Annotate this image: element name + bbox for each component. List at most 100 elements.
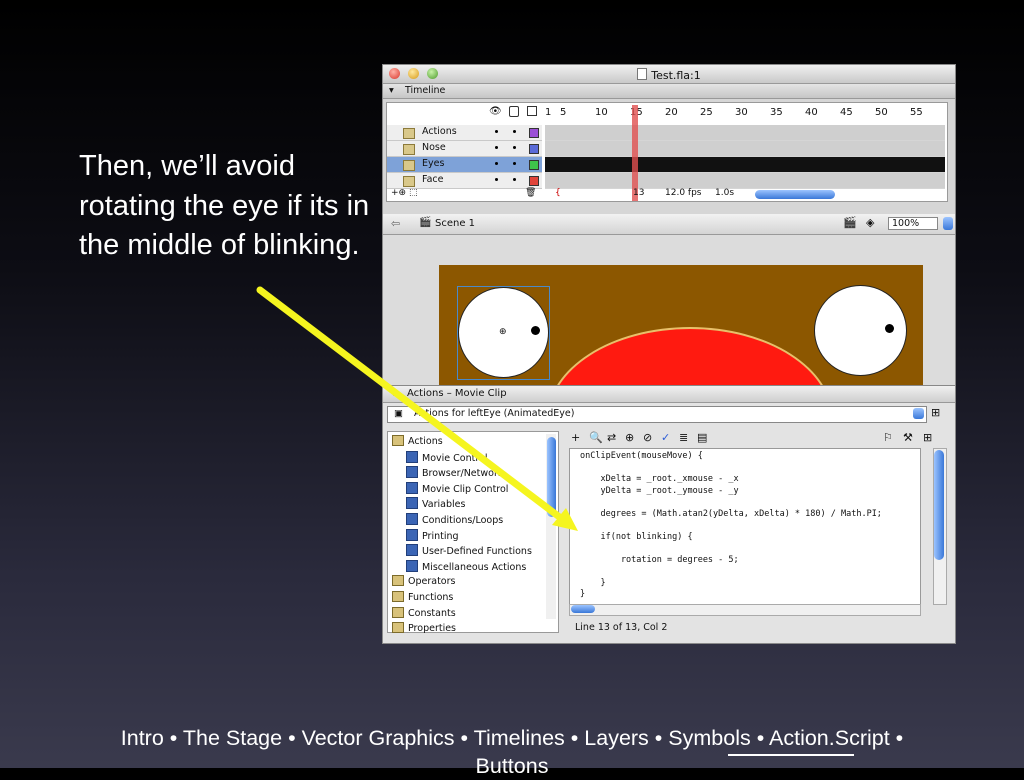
eye-visibility-icon[interactable]: 👁 bbox=[489, 106, 502, 117]
auto-format-icon[interactable]: ≣ bbox=[679, 431, 688, 444]
frame-number: 45 bbox=[840, 107, 853, 118]
action-icon bbox=[406, 466, 418, 479]
frame-ruler[interactable]: 1510152025303540455055 bbox=[545, 107, 945, 121]
zoom-field[interactable]: 100% bbox=[888, 217, 938, 230]
frame-number: 20 bbox=[665, 107, 678, 118]
chevron-down-icon[interactable] bbox=[913, 408, 924, 419]
script-scrollbar-thumb[interactable] bbox=[934, 450, 944, 560]
scene-label[interactable]: Scene 1 bbox=[435, 218, 475, 229]
toolbox-label: Movie Control bbox=[422, 452, 488, 464]
frame-number: 35 bbox=[770, 107, 783, 118]
lock-dot-icon[interactable] bbox=[513, 178, 516, 181]
reference-icon[interactable]: ⚐ bbox=[883, 431, 893, 444]
toolbox-item[interactable]: Printing bbox=[406, 528, 459, 543]
code-hint-icon[interactable]: ▤ bbox=[697, 431, 707, 444]
lock-icon[interactable] bbox=[509, 106, 519, 117]
toolbox-category[interactable]: Functions bbox=[392, 591, 453, 605]
visibility-dot-icon[interactable] bbox=[495, 146, 498, 149]
layer-row[interactable]: Actions bbox=[387, 125, 542, 141]
zoom-dropdown-button[interactable] bbox=[943, 217, 953, 230]
toolbox-item[interactable]: Browser/Network bbox=[406, 466, 503, 480]
layer-color-swatch[interactable] bbox=[529, 128, 539, 138]
frame-row[interactable] bbox=[545, 157, 945, 173]
frame-number: 50 bbox=[875, 107, 888, 118]
lock-dot-icon[interactable] bbox=[513, 162, 516, 165]
script-horizontal-scrollbar-thumb[interactable] bbox=[571, 605, 595, 613]
find-icon[interactable]: 🔍 bbox=[589, 431, 603, 444]
toolbox-item[interactable]: Miscellaneous Actions bbox=[406, 559, 526, 574]
frame-row[interactable] bbox=[545, 125, 945, 141]
visibility-dot-icon[interactable] bbox=[495, 130, 498, 133]
toolbox-category[interactable]: Properties bbox=[392, 622, 456, 636]
toolbox-scrollbar-thumb[interactable] bbox=[547, 437, 556, 517]
action-icon bbox=[406, 450, 418, 463]
toolbox-category[interactable]: Constants bbox=[392, 606, 456, 621]
toolbox-item[interactable]: User-Defined Functions bbox=[406, 544, 532, 558]
elapsed-time: 1.0s bbox=[715, 188, 735, 198]
timeline-panel-header[interactable]: ▾ Timeline bbox=[383, 84, 955, 99]
action-icon bbox=[406, 528, 418, 541]
toolbox-label: Functions bbox=[408, 592, 454, 603]
document-icon bbox=[637, 68, 648, 80]
layer-color-swatch[interactable] bbox=[529, 176, 539, 186]
code-line: } bbox=[580, 577, 606, 588]
frame-number: 5 bbox=[560, 107, 567, 118]
lock-dot-icon[interactable] bbox=[513, 130, 516, 133]
right-pupil bbox=[885, 324, 894, 333]
pin-script-icon[interactable]: ⊞ bbox=[931, 406, 940, 419]
visibility-dot-icon[interactable] bbox=[495, 162, 498, 165]
flash-window: Test.fla:1 ▾ Timeline 👁 1510152025303540… bbox=[382, 64, 956, 644]
toolbox-label: Conditions/Loops bbox=[422, 515, 504, 526]
outline-icon[interactable] bbox=[527, 106, 537, 116]
code-line: if(not blinking) { bbox=[580, 531, 693, 542]
window-title: Test.fla:1 bbox=[383, 68, 955, 82]
timeline-panel-label: Timeline bbox=[405, 85, 446, 96]
disclosure-triangle-icon[interactable]: ▾ bbox=[389, 85, 394, 96]
frame-grid[interactable] bbox=[545, 125, 945, 189]
add-layer-icon[interactable]: +⊕ ⬚ bbox=[391, 188, 417, 198]
toolbox-category[interactable]: Actions bbox=[392, 435, 443, 449]
code-line: xDelta = _root._xmouse - _x bbox=[580, 474, 739, 484]
toolbox-item[interactable]: Conditions/Loops bbox=[406, 513, 503, 527]
actions-toolbox: Actions Movie Control Browser/Network Movie… bbox=[387, 431, 559, 636]
target-path-icon[interactable]: ⊕ bbox=[625, 431, 634, 444]
frame-number: 10 bbox=[595, 107, 608, 118]
frame-row[interactable] bbox=[545, 141, 945, 157]
script-horizontal-scrollbar[interactable] bbox=[569, 604, 921, 616]
frame-number: 40 bbox=[805, 107, 818, 118]
edit-scene-icon[interactable]: 🎬 bbox=[843, 216, 857, 229]
layer-color-swatch[interactable] bbox=[529, 144, 539, 154]
actions-panel-header[interactable]: ▾ Actions – Movie Clip bbox=[383, 386, 955, 403]
lock-dot-icon[interactable] bbox=[513, 146, 516, 149]
zoom-value: 100% bbox=[892, 218, 920, 229]
disclosure-triangle-icon[interactable]: ▾ bbox=[391, 388, 396, 399]
script-toolbar: + 🔍 ⇄ ⊕ ⊘ ✓ ≣ ▤ ⚐ ⚒ ⊞ bbox=[569, 431, 949, 447]
add-action-icon[interactable]: + bbox=[571, 431, 580, 444]
view-options-icon[interactable]: ⊞ bbox=[923, 431, 932, 444]
back-arrow-icon[interactable]: ⇦ bbox=[391, 217, 400, 230]
right-eye[interactable] bbox=[814, 285, 907, 376]
debug-options-icon[interactable]: ⚒ bbox=[903, 431, 913, 444]
toolbox-item[interactable]: Movie Control bbox=[406, 450, 488, 465]
trash-icon[interactable]: 🗑 bbox=[525, 188, 536, 198]
script-editor[interactable]: onClipEvent(mouseMove) { xDelta = _root.… bbox=[569, 448, 921, 605]
check-syntax-icon[interactable]: ✓ bbox=[661, 431, 670, 444]
toolbox-category[interactable]: Operators bbox=[392, 575, 455, 589]
frame-number: 1 bbox=[545, 107, 552, 118]
visibility-dot-icon[interactable] bbox=[495, 178, 498, 181]
edit-symbol-icon[interactable]: ◈ bbox=[866, 216, 874, 229]
actions-target-select[interactable]: ▣ Actions for leftEye (AnimatedEye) bbox=[387, 406, 927, 423]
layer-color-swatch[interactable] bbox=[529, 160, 539, 170]
replace-icon[interactable]: ⇄ bbox=[607, 431, 616, 444]
movie-clip-icon: ▣ bbox=[394, 408, 403, 419]
insert-target-icon[interactable]: ⊘ bbox=[643, 431, 652, 444]
layer-row[interactable]: Eyes bbox=[387, 157, 542, 173]
window-title-text: Test.fla:1 bbox=[651, 69, 701, 82]
toolbox-item[interactable]: Movie Clip Control bbox=[406, 481, 508, 496]
layer-row[interactable]: Nose bbox=[387, 141, 542, 157]
timeline-scrollbar-thumb[interactable] bbox=[755, 190, 835, 199]
center-frame-icon[interactable]: { bbox=[555, 188, 561, 198]
layer-icon bbox=[403, 160, 415, 171]
toolbox-item[interactable]: Variables bbox=[406, 497, 465, 511]
action-icon bbox=[406, 544, 418, 557]
